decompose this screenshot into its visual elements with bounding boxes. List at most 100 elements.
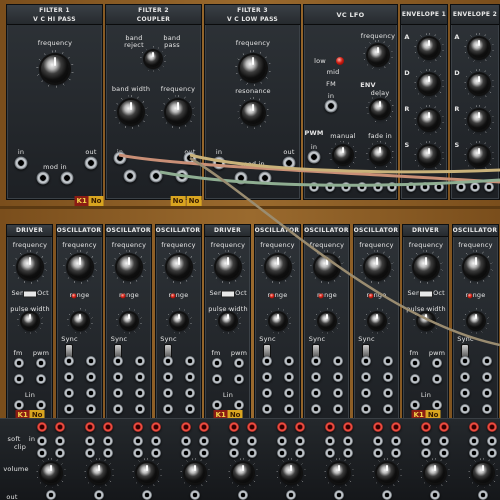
osc-jack[interactable] (113, 356, 123, 366)
envelope2-release-knob[interactable] (469, 110, 489, 130)
mixer-volume-knob[interactable] (41, 463, 61, 483)
osc-frequency-knob[interactable] (166, 255, 191, 279)
osc-range-knob[interactable] (71, 313, 88, 329)
osc-jack[interactable] (410, 358, 420, 368)
mixer-clip-jack[interactable] (181, 448, 191, 458)
mixer-volume-knob[interactable] (185, 463, 205, 483)
mixer-solo-jack[interactable] (133, 422, 143, 432)
mixer-in-jack[interactable] (181, 436, 191, 446)
osc-range-knob[interactable] (418, 313, 434, 329)
vclfo-frequency-knob[interactable] (368, 45, 388, 65)
osc-range-knob[interactable] (319, 313, 335, 329)
osc-jack[interactable] (113, 404, 123, 414)
mixer-solo-jack-2[interactable] (343, 422, 353, 432)
mixer-in-jack[interactable] (325, 436, 335, 446)
osc-jack[interactable] (459, 388, 470, 398)
mixer-solo-jack[interactable] (85, 422, 95, 432)
mixer-solo-jack-2[interactable] (199, 422, 209, 432)
osc-jack[interactable] (14, 400, 24, 410)
envelope1-attack-knob[interactable] (419, 38, 439, 58)
envelope2-sustain-knob[interactable] (469, 146, 489, 166)
osc-jack[interactable] (85, 388, 96, 398)
vclfo-out-jack-1[interactable] (309, 182, 319, 192)
mixer-solo-jack-2[interactable] (247, 422, 257, 432)
osc-range-knob[interactable] (22, 313, 38, 329)
osc-range-knob[interactable] (170, 313, 187, 329)
mixer-clip-jack-2[interactable] (55, 448, 65, 458)
mixer-clip-jack[interactable] (325, 448, 335, 458)
osc-jack[interactable] (283, 356, 294, 366)
osc-jack[interactable] (311, 388, 321, 398)
mixer-clip-jack-2[interactable] (199, 448, 209, 458)
osc-frequency-knob[interactable] (216, 255, 240, 279)
mixer-solo-jack[interactable] (469, 422, 479, 432)
envelope1-jack-3[interactable] (434, 182, 444, 192)
mixer-solo-jack-2[interactable] (439, 422, 449, 432)
filter1-modin-jack-1[interactable] (36, 171, 50, 185)
mixer-volume-knob[interactable] (329, 463, 349, 483)
osc-jack[interactable] (135, 372, 145, 382)
mixer-in-jack-2[interactable] (295, 436, 305, 446)
osc-jack[interactable] (459, 372, 470, 382)
filter1-frequency-knob[interactable] (41, 55, 69, 83)
osc-jack[interactable] (382, 356, 393, 366)
mixer-out-jack[interactable] (46, 490, 56, 500)
mixer-volume-knob[interactable] (425, 463, 445, 483)
filter3-modin-jack-1[interactable] (234, 171, 248, 185)
osc-jack[interactable] (162, 388, 173, 398)
filter3-out-jack[interactable] (282, 156, 296, 170)
filter3-in-jack[interactable] (212, 156, 226, 170)
mixer-volume-knob[interactable] (233, 463, 253, 483)
mixer-clip-jack[interactable] (37, 448, 47, 458)
osc-frequency-knob[interactable] (67, 255, 92, 279)
mixer-clip-jack-2[interactable] (391, 448, 401, 458)
mixer-volume-knob[interactable] (473, 463, 493, 483)
vclfo-delay-knob[interactable] (371, 100, 389, 118)
osc-jack[interactable] (481, 356, 492, 366)
mixer-in-jack[interactable] (85, 436, 95, 446)
vclfo-pwm-jack[interactable] (307, 150, 321, 164)
osc-jack[interactable] (184, 356, 195, 366)
mixer-in-jack[interactable] (421, 436, 431, 446)
mixer-in-jack-2[interactable] (103, 436, 113, 446)
osc-jack[interactable] (261, 372, 272, 382)
osc-frequency-knob[interactable] (315, 255, 339, 279)
mixer-in-jack-2[interactable] (151, 436, 161, 446)
osc-frequency-knob[interactable] (414, 255, 438, 279)
mixer-volume-knob[interactable] (137, 463, 157, 483)
mixer-out-jack[interactable] (382, 490, 392, 500)
osc-jack[interactable] (162, 372, 173, 382)
mixer-solo-jack-2[interactable] (151, 422, 161, 432)
osc-jack[interactable] (283, 372, 294, 382)
osc-jack[interactable] (481, 388, 492, 398)
osc-jack[interactable] (360, 404, 371, 414)
envelope2-decay-knob[interactable] (469, 74, 489, 94)
osc-jack[interactable] (184, 404, 195, 414)
vclfo-out-jack-4[interactable] (357, 182, 367, 192)
mixer-out-jack[interactable] (142, 490, 152, 500)
mixer-solo-jack[interactable] (229, 422, 239, 432)
mixer-clip-jack-2[interactable] (439, 448, 449, 458)
osc-range-knob[interactable] (269, 313, 286, 329)
envelope2-jack-3[interactable] (484, 182, 494, 192)
osc-jack[interactable] (162, 404, 173, 414)
osc-jack[interactable] (234, 400, 244, 410)
osc-jack[interactable] (333, 372, 343, 382)
osc-jack[interactable] (162, 356, 173, 366)
osc-jack[interactable] (36, 400, 46, 410)
osc-jack[interactable] (432, 374, 442, 384)
mixer-clip-jack[interactable] (421, 448, 431, 458)
osc-jack[interactable] (481, 404, 492, 414)
osc-jack[interactable] (459, 404, 470, 414)
mixer-in-jack[interactable] (37, 436, 47, 446)
mixer-in-jack[interactable] (277, 436, 287, 446)
osc-jack[interactable] (382, 372, 393, 382)
osc-jack[interactable] (283, 388, 294, 398)
mixer-solo-jack-2[interactable] (103, 422, 113, 432)
osc-jack[interactable] (360, 388, 371, 398)
mixer-clip-jack-2[interactable] (343, 448, 353, 458)
mixer-solo-jack[interactable] (325, 422, 335, 432)
osc-jack[interactable] (481, 372, 492, 382)
filter1-in-jack[interactable] (14, 156, 28, 170)
filter2-in-jack[interactable] (113, 151, 127, 165)
